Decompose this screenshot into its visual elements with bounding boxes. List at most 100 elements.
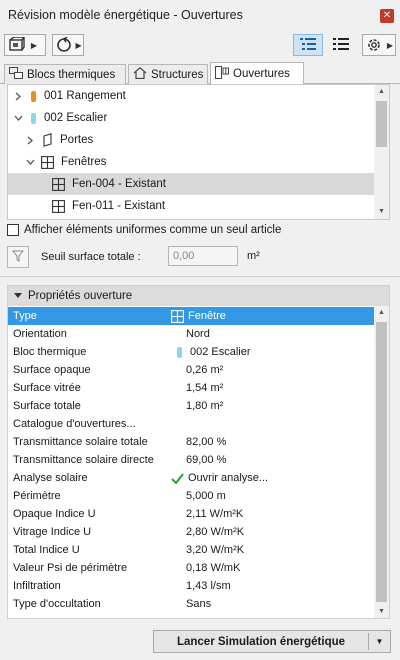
close-button[interactable]: ✕ <box>380 9 394 23</box>
scroll-up-arrow[interactable]: ▲ <box>374 85 389 99</box>
property-row[interactable]: Infiltration 1,43 l/sm <box>8 577 375 595</box>
detail-list-icon <box>333 37 349 54</box>
chevron-right-icon: ▶ <box>30 40 38 50</box>
property-value: Ouvrir analyse... <box>188 472 269 484</box>
property-value-cell: 1,80 m² <box>186 400 223 412</box>
property-row[interactable]: Transmittance solaire totale 82,00 % <box>8 433 375 451</box>
scroll-thumb[interactable] <box>376 322 387 602</box>
property-value: Fenêtre <box>188 310 226 322</box>
property-row[interactable]: Périmètre 5,000 m <box>8 487 375 505</box>
property-label: Périmètre <box>13 490 61 502</box>
property-row[interactable]: Valeur Psi de périmètre 0,18 W/mK <box>8 559 375 577</box>
window-title: Révision modèle énergétique - Ouvertures <box>8 8 243 22</box>
property-row[interactable]: Surface vitrée 1,54 m² <box>8 379 375 397</box>
scroll-up-arrow[interactable]: ▲ <box>374 306 389 320</box>
section-divider <box>0 276 400 277</box>
tab-bar: Blocs thermiques Structures Ouvertures <box>0 62 400 85</box>
zone-tree: 001 Rangement 002 Escalier Portes Fenêtr… <box>7 84 390 220</box>
scroll-down-arrow[interactable]: ▼ <box>374 605 389 618</box>
property-value-cell: 69,00 % <box>186 454 226 466</box>
refresh-dropdown[interactable]: ▶ <box>52 34 84 56</box>
property-row[interactable]: Bloc thermique 002 Escalier <box>8 343 375 361</box>
chevron-right-icon: ▶ <box>386 40 394 50</box>
property-row[interactable]: Total Indice U 3,20 W/m²K <box>8 541 375 559</box>
checkmark-icon <box>171 472 184 484</box>
property-value: 0,18 W/mK <box>186 562 241 574</box>
property-value-cell: 82,00 % <box>186 436 226 448</box>
property-label: Infiltration <box>13 580 61 592</box>
detail-view-button[interactable] <box>326 34 356 56</box>
chevron-down-icon[interactable] <box>13 113 23 123</box>
property-row[interactable]: Orientation Nord <box>8 325 375 343</box>
filter-icon <box>11 250 25 265</box>
tab-structures[interactable]: Structures <box>128 64 208 84</box>
property-value: 1,80 m² <box>186 400 224 412</box>
property-value: 002 Escalier <box>190 346 251 358</box>
property-row[interactable]: Transmittance solaire directe 69,00 % <box>8 451 375 469</box>
chevron-right-icon[interactable] <box>13 91 23 101</box>
property-label: Surface opaque <box>13 364 91 376</box>
property-row[interactable]: Opaque Indice U 2,11 W/m²K <box>8 505 375 523</box>
house-icon <box>133 67 147 82</box>
list-view-icon <box>300 37 316 54</box>
threshold-label: Seuil surface totale : <box>41 251 141 263</box>
property-value: 2,11 W/m²K <box>186 508 244 520</box>
color-swatch <box>177 346 182 358</box>
property-row[interactable]: Vitrage Indice U 2,80 W/m²K <box>8 523 375 541</box>
model-view-dropdown[interactable]: ▶ <box>4 34 46 56</box>
window-icon <box>52 177 65 191</box>
property-value-cell: 2,80 W/m²K <box>186 526 244 538</box>
tab-ouvertures[interactable]: Ouvertures <box>210 62 304 85</box>
tree-item-001-rangement[interactable]: 001 Rangement <box>8 85 375 107</box>
property-value-cell[interactable]: Ouvrir analyse... <box>171 472 269 484</box>
list-view-button[interactable] <box>293 34 323 56</box>
property-row[interactable]: Analyse solaire Ouvrir analyse... <box>8 469 375 487</box>
property-label: Total Indice U <box>13 544 80 556</box>
tree-item-label: Portes <box>60 134 94 146</box>
tab-blocs-thermiques[interactable]: Blocs thermiques <box>4 64 126 84</box>
chevron-right-icon[interactable] <box>25 135 35 145</box>
tree-item-fen-004[interactable]: Fen-004 - Existant <box>8 173 375 195</box>
property-label: Valeur Psi de périmètre <box>13 562 128 574</box>
chevron-down-icon[interactable] <box>25 157 35 167</box>
uniform-items-checkbox[interactable] <box>7 224 19 236</box>
tree-item-fenetres[interactable]: Fenêtres <box>8 151 375 173</box>
property-row[interactable]: Catalogue d'ouvertures... <box>8 415 375 433</box>
tree-item-label: Fen-011 - Existant <box>72 200 166 212</box>
property-value-cell: 1,54 m² <box>186 382 223 394</box>
property-value: 1,43 l/sm <box>186 580 231 592</box>
property-value-cell: 0,18 W/mK <box>186 562 240 574</box>
run-simulation-button[interactable]: Lancer Simulation énergétique ▼ <box>153 630 391 653</box>
property-label: Surface totale <box>13 400 81 412</box>
uniform-items-option[interactable]: Afficher éléments uniformes comme un seu… <box>7 224 281 236</box>
tree-scrollbar[interactable]: ▲ ▼ <box>374 85 389 219</box>
property-value-cell: 5,000 m <box>186 490 226 502</box>
property-value: 2,80 W/m²K <box>186 526 245 538</box>
scroll-thumb[interactable] <box>376 101 387 147</box>
property-row[interactable]: Surface opaque 0,26 m² <box>8 361 375 379</box>
property-value: Sans <box>186 598 212 610</box>
settings-dropdown[interactable]: ▶ <box>362 34 396 56</box>
threshold-unit: m² <box>247 250 260 262</box>
property-row[interactable]: Surface totale 1,80 m² <box>8 397 375 415</box>
properties-scrollbar[interactable]: ▲ ▼ <box>374 306 389 618</box>
property-label: Transmittance solaire directe <box>13 454 154 466</box>
property-row[interactable]: Type d'occultation Sans <box>8 595 375 613</box>
properties-header[interactable]: Propriétés ouverture <box>8 286 389 306</box>
tab-label: Ouvertures <box>233 68 290 80</box>
chevron-right-icon: ▶ <box>75 40 82 50</box>
scroll-down-arrow[interactable]: ▼ <box>374 205 389 219</box>
property-value-cell: 2,11 W/m²K <box>186 508 243 520</box>
threshold-input[interactable]: 0,00 <box>168 246 238 266</box>
property-value: 1,54 m² <box>186 382 224 394</box>
property-value: 69,00 % <box>186 454 227 466</box>
tree-item-002-escalier[interactable]: 002 Escalier <box>8 107 375 129</box>
property-row[interactable]: Type Fenêtre <box>8 307 375 325</box>
property-label: Bloc thermique <box>13 346 87 358</box>
property-value: 5,000 m <box>186 490 226 502</box>
chevron-down-icon <box>14 290 22 302</box>
tree-item-fen-011[interactable]: Fen-011 - Existant <box>8 195 375 217</box>
tree-item-portes[interactable]: Portes <box>8 129 375 151</box>
filter-button[interactable] <box>7 246 29 268</box>
chevron-down-icon[interactable]: ▼ <box>369 637 390 646</box>
